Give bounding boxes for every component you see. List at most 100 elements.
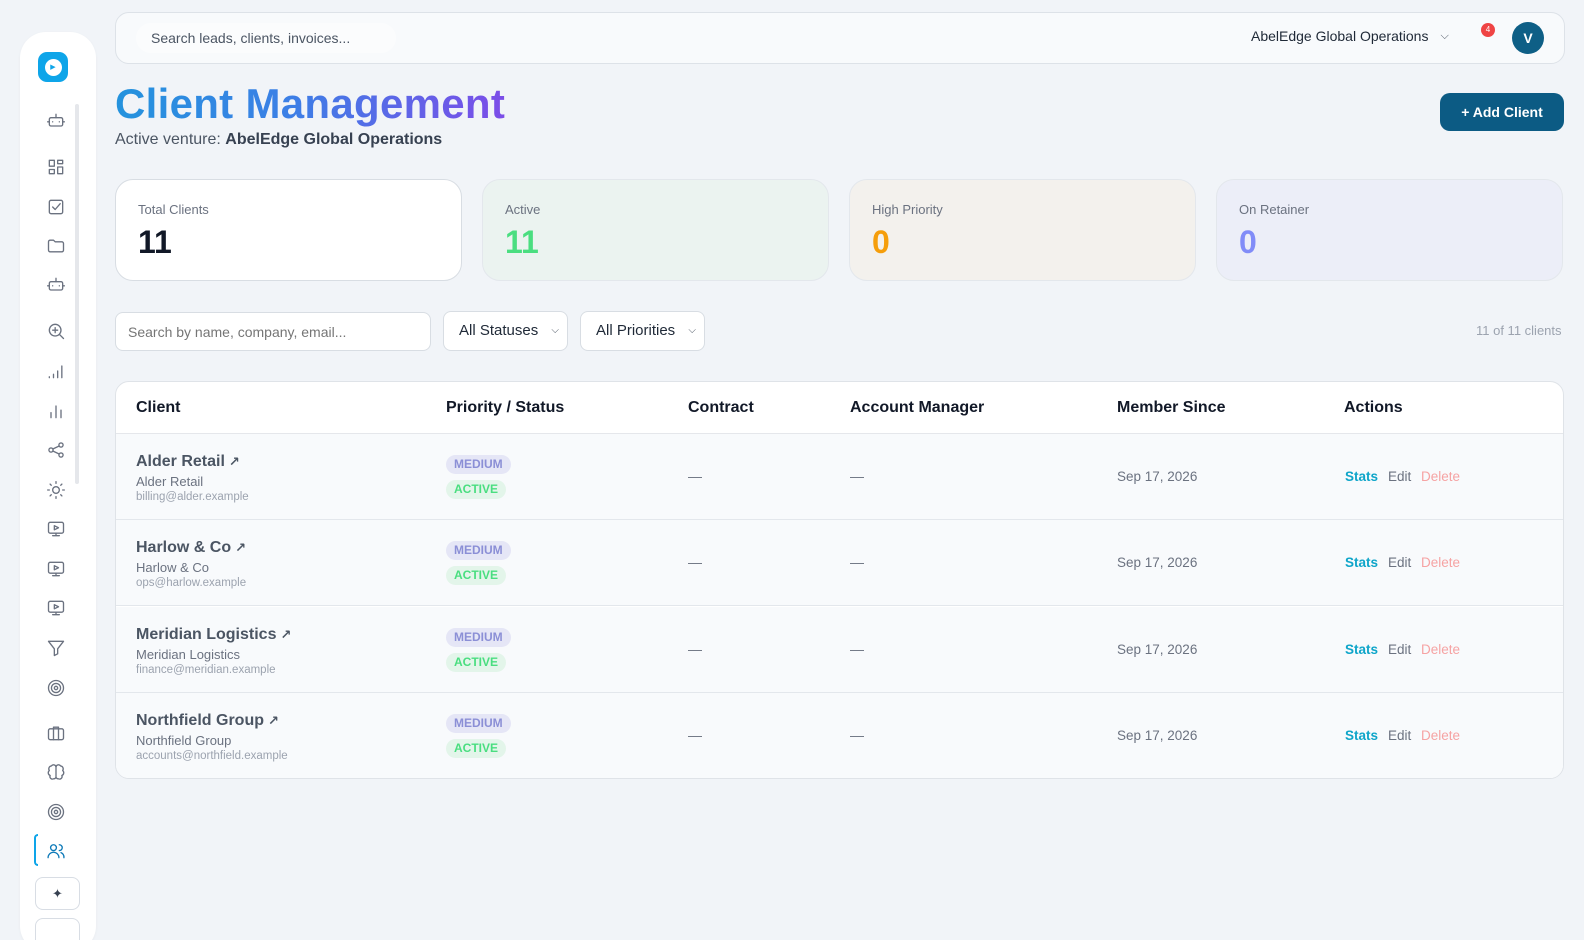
stats-link[interactable]: Stats xyxy=(1345,728,1378,743)
venture-selector[interactable]: AbelEdge Global Operations ⌵ xyxy=(1251,28,1449,44)
table-row[interactable]: Alder Retail ↗ Alder Retail billing@alder… xyxy=(116,434,1563,520)
delete-link[interactable]: Delete xyxy=(1421,642,1460,657)
priority-filter-select[interactable]: All Priorities ⌵ xyxy=(580,311,705,351)
edit-link[interactable]: Edit xyxy=(1388,642,1411,657)
client-name-link[interactable]: Meridian Logistics ↗ xyxy=(136,626,291,644)
robot-icon[interactable] xyxy=(45,110,67,132)
delete-link[interactable]: Delete xyxy=(1421,728,1460,743)
status-filter-label: All Statuses xyxy=(459,322,539,339)
table-row[interactable]: Northfield Group ↗ Northfield Group accou… xyxy=(116,693,1563,778)
notification-bell[interactable]: 4 xyxy=(1476,23,1498,45)
delete-link[interactable]: Delete xyxy=(1421,469,1460,484)
add-client-button[interactable]: + Add Client xyxy=(1440,93,1564,131)
client-count-text: 11 of 11 clients xyxy=(1476,323,1562,338)
edit-link[interactable]: Edit xyxy=(1388,469,1411,484)
client-name-link[interactable]: Harlow & Co ↗ xyxy=(136,539,246,557)
external-link-icon: ↗ xyxy=(267,713,279,728)
play-icon: ▶ xyxy=(44,58,62,76)
delete-link[interactable]: Delete xyxy=(1421,555,1460,570)
client-company: Northfield Group xyxy=(136,733,232,748)
account-manager-value: — xyxy=(850,554,864,570)
status-badge: ACTIVE xyxy=(446,653,507,672)
monitor-play-icon[interactable] xyxy=(45,597,67,619)
status-badge: ACTIVE xyxy=(446,739,507,758)
stat-card-high-priority: High Priority 0 xyxy=(849,179,1196,281)
share-icon[interactable] xyxy=(45,439,67,461)
client-email: finance@meridian.example xyxy=(136,664,276,676)
account-manager-value: — xyxy=(850,468,864,484)
contract-value: — xyxy=(688,468,702,484)
table-row[interactable]: Meridian Logistics ↗ Meridian Logistics f… xyxy=(116,607,1563,693)
column-header-account-manager[interactable]: Account Manager xyxy=(850,399,984,417)
client-email: accounts@northfield.example xyxy=(136,750,288,762)
subtitle-venture: AbelEdge Global Operations xyxy=(225,131,443,148)
sun-icon[interactable] xyxy=(45,479,67,501)
sidebar-extra-button[interactable] xyxy=(35,918,80,940)
stat-value: 11 xyxy=(138,224,172,260)
notification-badge: 4 xyxy=(1481,23,1495,37)
contract-value: — xyxy=(688,727,702,743)
stat-value: 11 xyxy=(505,224,539,260)
stat-label: High Priority xyxy=(872,202,943,217)
clients-table: Client Priority / Status Contract Accoun… xyxy=(115,381,1564,779)
external-link-icon: ↗ xyxy=(280,627,292,642)
signal-bars-icon[interactable] xyxy=(45,360,67,382)
target-icon[interactable] xyxy=(45,677,67,699)
chevron-down-icon: ⌵ xyxy=(1440,29,1449,42)
member-since-value: Sep 17, 2026 xyxy=(1117,555,1198,570)
column-header-member-since[interactable]: Member Since xyxy=(1117,399,1225,417)
member-since-value: Sep 17, 2026 xyxy=(1117,642,1198,657)
column-header-contract[interactable]: Contract xyxy=(688,399,754,417)
stat-value: 0 xyxy=(1239,224,1257,260)
global-search-input[interactable]: Search leads, clients, invoices... xyxy=(136,23,396,53)
monitor-play-icon[interactable] xyxy=(45,558,67,580)
priority-badge: MEDIUM xyxy=(446,455,511,474)
edit-link[interactable]: Edit xyxy=(1388,555,1411,570)
sidebar-scrollbar[interactable] xyxy=(75,104,79,484)
stats-link[interactable]: Stats xyxy=(1345,469,1378,484)
target-icon[interactable] xyxy=(45,801,67,823)
chevron-down-icon: ⌵ xyxy=(688,325,696,336)
sidebar: ▶ ✦ xyxy=(20,32,96,940)
client-email: billing@alder.example xyxy=(136,491,249,503)
edit-link[interactable]: Edit xyxy=(1388,728,1411,743)
stat-card-on-retainer: On Retainer 0 xyxy=(1216,179,1563,281)
client-company: Alder Retail xyxy=(136,474,204,489)
checkbox-icon[interactable] xyxy=(45,196,67,218)
table-row[interactable]: Harlow & Co ↗ Harlow & Co ops@harlow.exam… xyxy=(116,520,1563,606)
users-icon[interactable] xyxy=(45,840,67,862)
stats-link[interactable]: Stats xyxy=(1345,555,1378,570)
client-email: ops@harlow.example xyxy=(136,577,247,589)
account-manager-value: — xyxy=(850,641,864,657)
member-since-value: Sep 17, 2026 xyxy=(1117,469,1198,484)
status-badge: ACTIVE xyxy=(446,480,507,499)
briefcase-icon[interactable] xyxy=(45,722,67,744)
page-title: Client Management xyxy=(115,80,506,127)
priority-badge: MEDIUM xyxy=(446,541,511,560)
zoom-in-icon[interactable] xyxy=(45,320,67,342)
status-filter-select[interactable]: All Statuses ⌵ xyxy=(443,311,568,351)
chevron-down-icon: ⌵ xyxy=(551,325,559,336)
robot-icon[interactable] xyxy=(45,274,67,296)
client-name-link[interactable]: Northfield Group ↗ xyxy=(136,712,279,730)
bar-chart-icon[interactable] xyxy=(45,400,67,422)
stats-link[interactable]: Stats xyxy=(1345,642,1378,657)
folder-icon[interactable] xyxy=(45,235,67,257)
page-subtitle: Active venture: AbelEdge Global Operatio… xyxy=(115,131,442,149)
funnel-icon[interactable] xyxy=(45,637,67,659)
client-search-input[interactable] xyxy=(115,312,431,351)
column-header-client[interactable]: Client xyxy=(136,399,180,417)
external-link-icon: ↗ xyxy=(228,454,240,469)
dashboard-grid-icon[interactable] xyxy=(45,156,67,178)
brain-icon[interactable] xyxy=(45,762,67,784)
app-logo[interactable]: ▶ xyxy=(38,52,68,82)
user-avatar[interactable]: V xyxy=(1512,22,1544,54)
monitor-play-icon[interactable] xyxy=(45,518,67,540)
client-name-link[interactable]: Alder Retail ↗ xyxy=(136,453,240,471)
column-header-priority-status[interactable]: Priority / Status xyxy=(446,399,564,417)
status-badge: ACTIVE xyxy=(446,566,507,585)
column-header-actions: Actions xyxy=(1344,399,1403,416)
venture-selector-label: AbelEdge Global Operations xyxy=(1251,28,1429,44)
sparkle-button[interactable]: ✦ xyxy=(35,877,80,910)
stat-label: Total Clients xyxy=(138,202,209,217)
